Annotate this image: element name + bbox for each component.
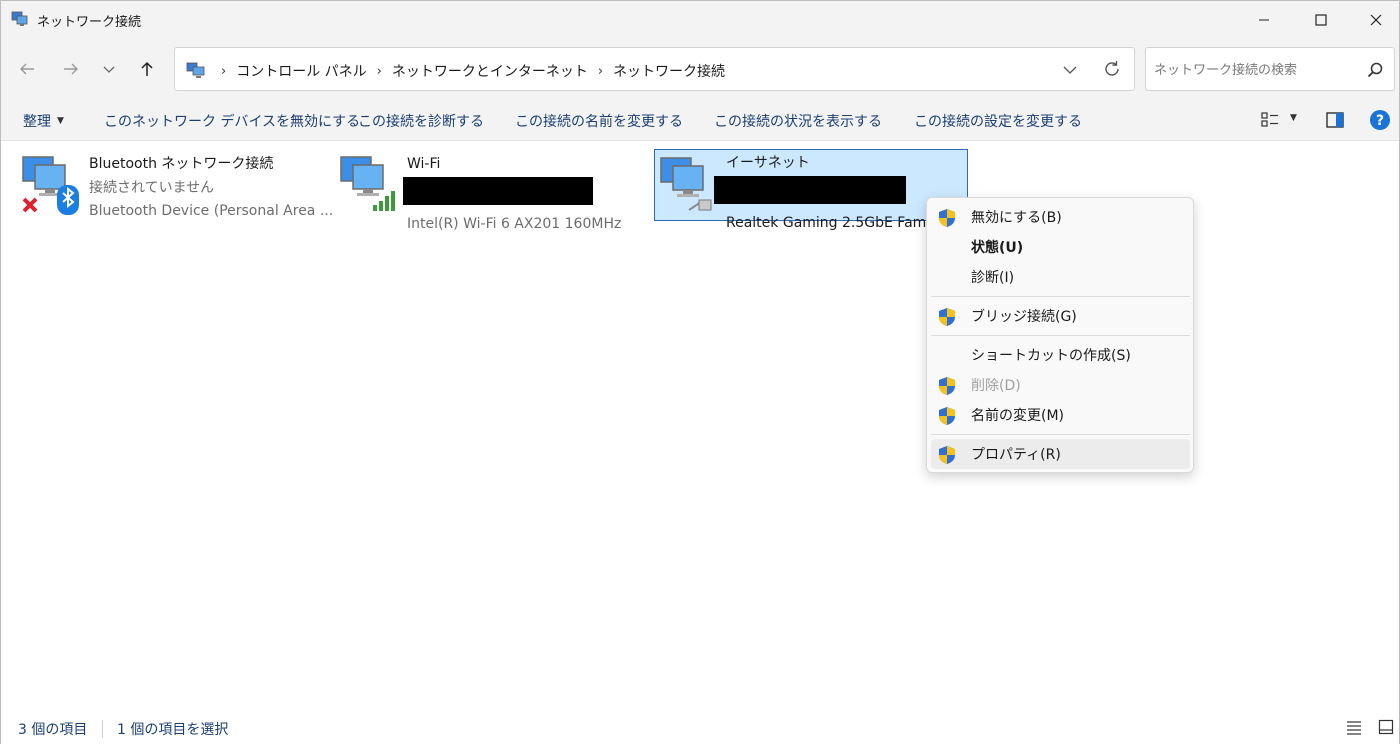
menu-item-status[interactable]: 状態(U)	[931, 232, 1190, 262]
maximize-button[interactable]	[1298, 1, 1344, 38]
redacted-status	[403, 176, 621, 214]
item-count: 3 個の項目	[18, 722, 88, 738]
chevron-down-icon	[103, 66, 115, 73]
explorer-window: ネットワーク接続 › コントロール パネル › ネットワークとインターネット ›…	[0, 0, 1400, 744]
status-divider	[102, 720, 103, 738]
menu-item-properties[interactable]: プロパティ(R)	[931, 439, 1190, 469]
large-icons-view-icon[interactable]	[1378, 719, 1394, 735]
connection-name: Bluetooth ネットワーク接続	[89, 156, 274, 172]
minimize-icon	[1259, 19, 1269, 20]
connection-name: イーサネット	[726, 155, 810, 171]
title-bar: ネットワーク接続	[1, 1, 1399, 38]
maximize-icon	[1315, 13, 1327, 26]
connection-name: Wi-Fi	[407, 156, 441, 172]
connection-text: Bluetooth ネットワーク接続 接続されていません Bluetooth D…	[89, 153, 333, 224]
disable-device-button[interactable]: このネットワーク デバイスを無効にする	[104, 111, 360, 131]
back-button[interactable]	[13, 55, 41, 83]
up-button[interactable]	[133, 55, 161, 83]
breadcrumb: › コントロール パネル › ネットワークとインターネット › ネットワーク接続	[211, 61, 725, 81]
menu-separator	[931, 434, 1190, 435]
connection-item-bluetooth[interactable]: Bluetooth ネットワーク接続 接続されていません Bluetooth D…	[21, 151, 333, 223]
menu-item-label: 名前の変更(M)	[971, 408, 1065, 424]
close-button[interactable]	[1353, 1, 1399, 38]
breadcrumb-control-panel[interactable]: コントロール パネル	[236, 61, 366, 81]
refresh-icon[interactable]	[1102, 59, 1122, 79]
view-options-caret-icon[interactable]: ▼	[1290, 113, 1297, 123]
chevron-right-icon[interactable]: ›	[598, 64, 603, 79]
connection-text: Wi-Fi Intel(R) Wi-Fi 6 AX201 160MHz	[403, 153, 622, 237]
preview-pane-icon[interactable]	[1325, 110, 1345, 130]
arrow-left-icon	[20, 63, 34, 75]
address-history-dropdown-icon[interactable]	[1060, 60, 1080, 80]
chevron-right-icon[interactable]: ›	[221, 64, 226, 79]
view-options-icon[interactable]	[1260, 111, 1280, 129]
menu-separator	[931, 335, 1190, 336]
connection-device: Intel(R) Wi-Fi 6 AX201 160MHz	[407, 216, 622, 232]
uac-shield-icon	[939, 209, 955, 227]
organize-label: 整理	[23, 114, 51, 130]
chevron-right-icon[interactable]: ›	[377, 64, 382, 79]
diagnose-connection-button[interactable]: この接続を診断する	[358, 111, 484, 131]
wifi-network-icon	[340, 156, 395, 211]
view-status-button[interactable]: この接続の状況を表示する	[714, 111, 882, 131]
connection-status: 接続されていません	[89, 179, 215, 196]
close-icon	[1370, 14, 1382, 25]
menu-item-diagnose[interactable]: 診断(I)	[931, 262, 1190, 292]
minimize-button[interactable]	[1241, 1, 1287, 38]
menu-item-delete: 削除(D)	[931, 370, 1190, 400]
search-icon[interactable]	[1366, 61, 1384, 79]
breadcrumb-network-internet[interactable]: ネットワークとインターネット	[392, 61, 588, 81]
search-box[interactable]	[1145, 47, 1395, 91]
address-bar[interactable]: › コントロール パネル › ネットワークとインターネット › ネットワーク接続	[174, 47, 1135, 91]
menu-item-label: ブリッジ接続(G)	[971, 309, 1077, 325]
details-view-icon[interactable]	[1346, 719, 1362, 735]
menu-item-rename[interactable]: 名前の変更(M)	[931, 400, 1190, 430]
menu-item-label: プロパティ(R)	[971, 447, 1061, 463]
network-connections-app-icon	[11, 11, 28, 26]
forward-button[interactable]	[57, 55, 85, 83]
connection-text: イーサネット Realtek Gaming 2.5GbE Family	[714, 152, 943, 236]
menu-item-bridge[interactable]: ブリッジ接続(G)	[931, 301, 1190, 331]
arrow-up-icon	[141, 61, 153, 76]
window-title: ネットワーク接続	[37, 15, 142, 30]
selected-count: 1 個の項目を選択	[117, 722, 229, 738]
change-settings-button[interactable]: この接続の設定を変更する	[914, 111, 1082, 131]
redaction-block	[714, 175, 906, 204]
redaction-block	[403, 176, 593, 205]
organize-menu-button[interactable]: 整理 ▼	[23, 111, 64, 131]
uac-shield-icon	[939, 308, 955, 326]
svg-text:?: ?	[1376, 113, 1384, 129]
menu-item-label: 状態(U)	[971, 240, 1024, 256]
help-icon[interactable]: ?	[1369, 109, 1391, 131]
uac-shield-icon	[939, 377, 955, 395]
navigation-bar: › コントロール パネル › ネットワークとインターネット › ネットワーク接続	[1, 38, 1399, 100]
menu-item-label: 無効にする(B)	[971, 210, 1062, 226]
menu-item-label: ショートカットの作成(S)	[971, 348, 1131, 364]
connection-device: Bluetooth Device (Personal Area ...	[89, 203, 334, 219]
command-bar: 整理 ▼ このネットワーク デバイスを無効にする この接続を診断する この接続の…	[1, 100, 1399, 141]
context-menu: 無効にする(B) 状態(U) 診断(I) ブリッジ接続(G) ショートカットの作…	[926, 197, 1194, 473]
recent-locations-button[interactable]	[95, 55, 123, 83]
redacted-status	[714, 175, 942, 213]
arrow-right-icon	[64, 63, 78, 75]
uac-shield-icon	[939, 407, 955, 425]
bluetooth-network-icon	[22, 156, 79, 215]
menu-item-disable[interactable]: 無効にする(B)	[931, 202, 1190, 232]
menu-separator	[931, 296, 1190, 297]
search-input[interactable]	[1154, 60, 1354, 80]
status-bar: 3 個の項目 1 個の項目を選択	[1, 711, 1399, 744]
connection-item-ethernet[interactable]: イーサネット Realtek Gaming 2.5GbE Family	[654, 149, 968, 231]
caret-down-icon: ▼	[57, 116, 64, 126]
menu-item-label: 診断(I)	[971, 270, 1015, 286]
menu-item-label: 削除(D)	[971, 378, 1021, 394]
menu-item-create-shortcut[interactable]: ショートカットの作成(S)	[931, 340, 1190, 370]
rename-connection-button[interactable]: この接続の名前を変更する	[515, 111, 683, 131]
ethernet-network-icon	[660, 157, 712, 211]
connection-item-wifi[interactable]: Wi-Fi Intel(R) Wi-Fi 6 AX201 160MHz	[339, 151, 629, 232]
uac-shield-icon	[939, 446, 955, 464]
network-connections-icon	[186, 62, 205, 78]
breadcrumb-network-connections[interactable]: ネットワーク接続	[613, 61, 725, 81]
connection-device: Realtek Gaming 2.5GbE Family	[726, 215, 943, 231]
